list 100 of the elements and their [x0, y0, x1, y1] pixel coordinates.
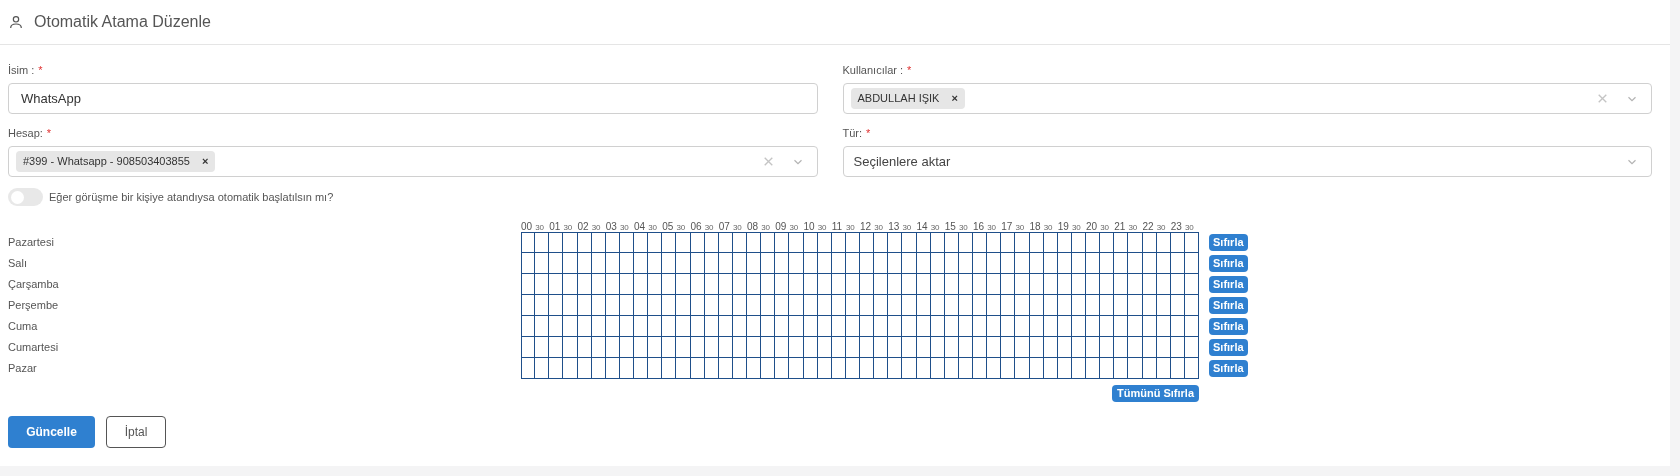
time-slot[interactable]: [817, 253, 832, 274]
time-slot[interactable]: [944, 316, 959, 337]
time-slot[interactable]: [1114, 316, 1129, 337]
time-slot[interactable]: [1086, 232, 1101, 253]
time-slot[interactable]: [563, 274, 578, 295]
time-slot[interactable]: [535, 337, 550, 358]
time-slot[interactable]: [634, 295, 649, 316]
time-slot[interactable]: [549, 232, 564, 253]
time-slot[interactable]: [775, 358, 790, 379]
time-slot[interactable]: [973, 316, 988, 337]
time-slot[interactable]: [1128, 337, 1143, 358]
time-slot[interactable]: [761, 337, 776, 358]
time-slot[interactable]: [775, 316, 790, 337]
time-slot[interactable]: [634, 337, 649, 358]
time-slot[interactable]: [634, 253, 649, 274]
time-slot[interactable]: [958, 316, 973, 337]
time-slot[interactable]: [605, 316, 620, 337]
time-slot[interactable]: [1100, 232, 1115, 253]
time-slot[interactable]: [888, 295, 903, 316]
time-slot[interactable]: [845, 274, 860, 295]
time-slot[interactable]: [634, 232, 649, 253]
time-slot[interactable]: [732, 337, 747, 358]
time-slot[interactable]: [902, 274, 917, 295]
time-slot[interactable]: [860, 295, 875, 316]
time-slot[interactable]: [521, 295, 536, 316]
time-slot[interactable]: [888, 274, 903, 295]
time-slot[interactable]: [874, 337, 889, 358]
time-slot[interactable]: [676, 232, 691, 253]
time-slot[interactable]: [591, 274, 606, 295]
time-slot[interactable]: [902, 316, 917, 337]
time-slot[interactable]: [591, 295, 606, 316]
time-slot[interactable]: [549, 316, 564, 337]
time-slot[interactable]: [563, 316, 578, 337]
time-slot[interactable]: [761, 232, 776, 253]
time-slot[interactable]: [930, 316, 945, 337]
time-slot[interactable]: [634, 274, 649, 295]
time-slot[interactable]: [775, 253, 790, 274]
time-slot[interactable]: [1142, 232, 1157, 253]
time-slot[interactable]: [845, 253, 860, 274]
time-slot[interactable]: [775, 337, 790, 358]
time-slot[interactable]: [817, 232, 832, 253]
time-slot[interactable]: [577, 358, 592, 379]
time-slot[interactable]: [1029, 295, 1044, 316]
time-slot[interactable]: [874, 253, 889, 274]
time-slot[interactable]: [648, 337, 663, 358]
time-slot[interactable]: [634, 358, 649, 379]
time-slot[interactable]: [619, 316, 634, 337]
time-slot[interactable]: [973, 337, 988, 358]
time-slot[interactable]: [1086, 358, 1101, 379]
time-slot[interactable]: [930, 274, 945, 295]
time-slot[interactable]: [535, 358, 550, 379]
time-slot[interactable]: [888, 358, 903, 379]
time-slot[interactable]: [549, 337, 564, 358]
time-slot[interactable]: [831, 274, 846, 295]
time-slot[interactable]: [874, 295, 889, 316]
time-slot[interactable]: [902, 253, 917, 274]
time-slot[interactable]: [535, 253, 550, 274]
time-slot[interactable]: [973, 295, 988, 316]
reset-row-button[interactable]: Sıfırla: [1209, 339, 1248, 356]
time-slot[interactable]: [1156, 253, 1171, 274]
time-slot[interactable]: [732, 253, 747, 274]
time-slot[interactable]: [662, 337, 677, 358]
time-slot[interactable]: [747, 316, 762, 337]
time-slot[interactable]: [1029, 253, 1044, 274]
time-slot[interactable]: [1071, 253, 1086, 274]
time-slot[interactable]: [1100, 253, 1115, 274]
time-slot[interactable]: [803, 274, 818, 295]
time-slot[interactable]: [704, 337, 719, 358]
time-slot[interactable]: [1142, 316, 1157, 337]
time-slot[interactable]: [1128, 232, 1143, 253]
time-slot[interactable]: [1100, 337, 1115, 358]
time-slot[interactable]: [1001, 316, 1016, 337]
time-slot[interactable]: [987, 232, 1002, 253]
time-slot[interactable]: [1015, 316, 1030, 337]
time-slot[interactable]: [577, 253, 592, 274]
reset-row-button[interactable]: Sıfırla: [1209, 234, 1248, 251]
time-slot[interactable]: [888, 337, 903, 358]
time-slot[interactable]: [761, 316, 776, 337]
time-slot[interactable]: [1184, 358, 1199, 379]
time-slot[interactable]: [521, 274, 536, 295]
time-slot[interactable]: [1142, 337, 1157, 358]
time-slot[interactable]: [987, 274, 1002, 295]
time-slot[interactable]: [789, 337, 804, 358]
time-slot[interactable]: [563, 337, 578, 358]
time-slot[interactable]: [521, 337, 536, 358]
time-slot[interactable]: [973, 232, 988, 253]
time-slot[interactable]: [973, 358, 988, 379]
time-slot[interactable]: [605, 232, 620, 253]
time-slot[interactable]: [676, 316, 691, 337]
time-slot[interactable]: [634, 316, 649, 337]
time-slot[interactable]: [732, 295, 747, 316]
time-slot[interactable]: [521, 232, 536, 253]
time-slot[interactable]: [1114, 295, 1129, 316]
time-slot[interactable]: [803, 253, 818, 274]
time-slot[interactable]: [718, 316, 733, 337]
time-slot[interactable]: [958, 274, 973, 295]
time-slot[interactable]: [944, 253, 959, 274]
time-slot[interactable]: [958, 337, 973, 358]
time-slot[interactable]: [1057, 337, 1072, 358]
time-slot[interactable]: [690, 316, 705, 337]
